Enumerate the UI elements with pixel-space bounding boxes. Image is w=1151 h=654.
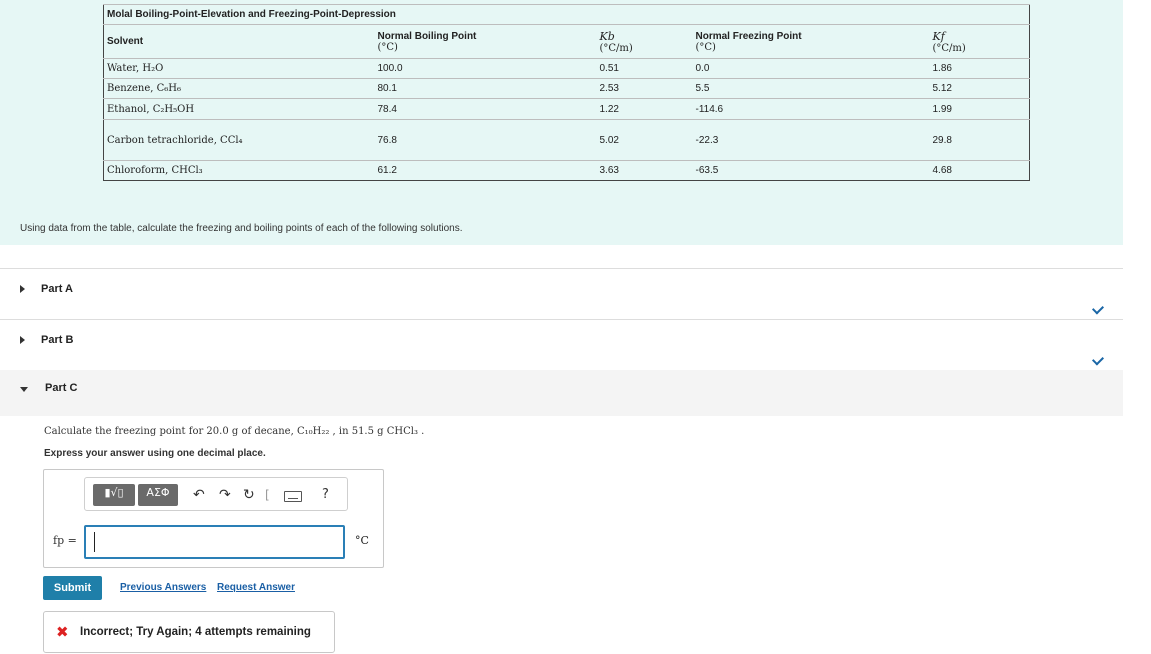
header-kf: Kf (°C/m) (929, 24, 1030, 59)
cell-kb: 1.22 (596, 98, 693, 120)
part-a-label: Part A (41, 283, 73, 295)
cell-kf: 1.99 (929, 98, 1030, 120)
cell-solvent: Carbon tetrachloride, CCl₄ (103, 119, 375, 161)
cell-solvent: Benzene, C₆H₆ (103, 78, 375, 99)
cell-solvent: Chloroform, CHCl₃ (103, 160, 375, 181)
cell-kb: 0.51 (596, 58, 693, 79)
header-bp-title: Normal Boiling Point (377, 30, 477, 42)
checkmark-icon (1091, 353, 1105, 366)
cell-kb: 5.02 (596, 119, 693, 161)
part-b-label: Part B (41, 334, 74, 346)
keyboard-icon[interactable] (284, 491, 302, 502)
bracket-icon: [ (265, 488, 270, 502)
part-c-label: Part C (45, 382, 78, 394)
table-row: Carbon tetrachloride, CCl₄ 76.8 5.02 -22… (103, 119, 1030, 161)
cell-fp: -114.6 (692, 98, 930, 120)
cell-bp: 78.4 (374, 98, 597, 120)
answer-unit: °C (355, 534, 369, 547)
help-button[interactable]: ? (322, 487, 329, 503)
answer-label: fp = (53, 534, 77, 547)
table-row: Water, H₂O 100.0 0.51 0.0 1.86 (103, 58, 1030, 79)
part-c-instruction: Express your answer using one decimal pl… (44, 448, 266, 459)
table-row: Ethanol, C₂H₅OH 78.4 1.22 -114.6 1.99 (103, 98, 1030, 120)
error-x-icon: ✖ (56, 623, 69, 641)
caret-right-icon (20, 285, 25, 293)
cell-bp: 100.0 (374, 58, 597, 79)
feedback-box: ✖ Incorrect; Try Again; 4 attempts remai… (43, 611, 335, 653)
reset-icon[interactable]: ↻ (243, 487, 255, 503)
text-caret (94, 532, 95, 552)
header-kf-symbol: Kf (932, 29, 945, 43)
table-row: Chloroform, CHCl₃ 61.2 3.63 -63.5 4.68 (103, 160, 1030, 181)
cell-fp: 5.5 (692, 78, 930, 99)
part-b-toggle[interactable]: Part B (0, 315, 1123, 366)
cell-kf: 5.12 (929, 78, 1030, 99)
header-freezing-point: Normal Freezing Point (°C) (692, 24, 930, 59)
solvent-data-table: Molal Boiling-Point-Elevation and Freezi… (103, 4, 1030, 181)
cell-kf: 29.8 (929, 119, 1030, 161)
header-kb-symbol: Kb (599, 29, 615, 43)
math-toolbar: ▮√▯ ΑΣΦ ↶ ↷ ↻ [ ? (84, 477, 348, 511)
header-solvent: Solvent (103, 24, 375, 59)
cell-bp: 80.1 (374, 78, 597, 99)
header-boiling-point: Normal Boiling Point (°C) (374, 24, 597, 59)
header-kb: Kb (°C/m) (596, 24, 693, 59)
answer-box: ▮√▯ ΑΣΦ ↶ ↷ ↻ [ ? fp = °C (43, 469, 384, 568)
table-row: Benzene, C₆H₆ 80.1 2.53 5.5 5.12 (103, 78, 1030, 99)
header-kf-unit: (°C/m) (932, 42, 966, 54)
answer-input[interactable] (84, 525, 345, 559)
redo-icon[interactable]: ↷ (219, 487, 231, 503)
cell-kf: 4.68 (929, 160, 1030, 181)
checkmark-icon (1091, 302, 1105, 315)
header-fp-unit: (°C) (695, 41, 716, 53)
cell-fp: 0.0 (692, 58, 930, 79)
caret-down-icon (20, 387, 28, 392)
header-bp-unit: (°C) (377, 41, 398, 53)
request-answer-link[interactable]: Request Answer (217, 582, 295, 593)
part-c-toggle[interactable]: Part C (0, 370, 1123, 416)
caret-right-icon (20, 336, 25, 344)
templates-button[interactable]: ▮√▯ (93, 484, 135, 506)
intro-panel: Molal Boiling-Point-Elevation and Freezi… (0, 0, 1123, 245)
cell-kf: 1.86 (929, 58, 1030, 79)
part-c-question: Calculate the freezing point for 20.0 g … (44, 426, 425, 437)
feedback-message: Incorrect; Try Again; 4 attempts remaini… (80, 626, 311, 638)
cell-fp: -63.5 (692, 160, 930, 181)
part-a-toggle[interactable]: Part A (0, 264, 1123, 315)
cell-kb: 2.53 (596, 78, 693, 99)
header-fp-title: Normal Freezing Point (695, 30, 802, 42)
submit-button[interactable]: Submit (43, 576, 102, 600)
cell-bp: 61.2 (374, 160, 597, 181)
greek-symbols-button[interactable]: ΑΣΦ (138, 484, 178, 506)
cell-kb: 3.63 (596, 160, 693, 181)
undo-icon[interactable]: ↶ (193, 487, 205, 503)
header-kb-unit: (°C/m) (599, 42, 633, 54)
cell-fp: -22.3 (692, 119, 930, 161)
cell-solvent: Ethanol, C₂H₅OH (103, 98, 375, 120)
prompt-text: Using data from the table, calculate the… (20, 223, 463, 234)
cell-bp: 76.8 (374, 119, 597, 161)
previous-answers-link[interactable]: Previous Answers (120, 582, 206, 593)
cell-solvent: Water, H₂O (103, 58, 375, 79)
table-caption: Molal Boiling-Point-Elevation and Freezi… (103, 4, 1030, 25)
